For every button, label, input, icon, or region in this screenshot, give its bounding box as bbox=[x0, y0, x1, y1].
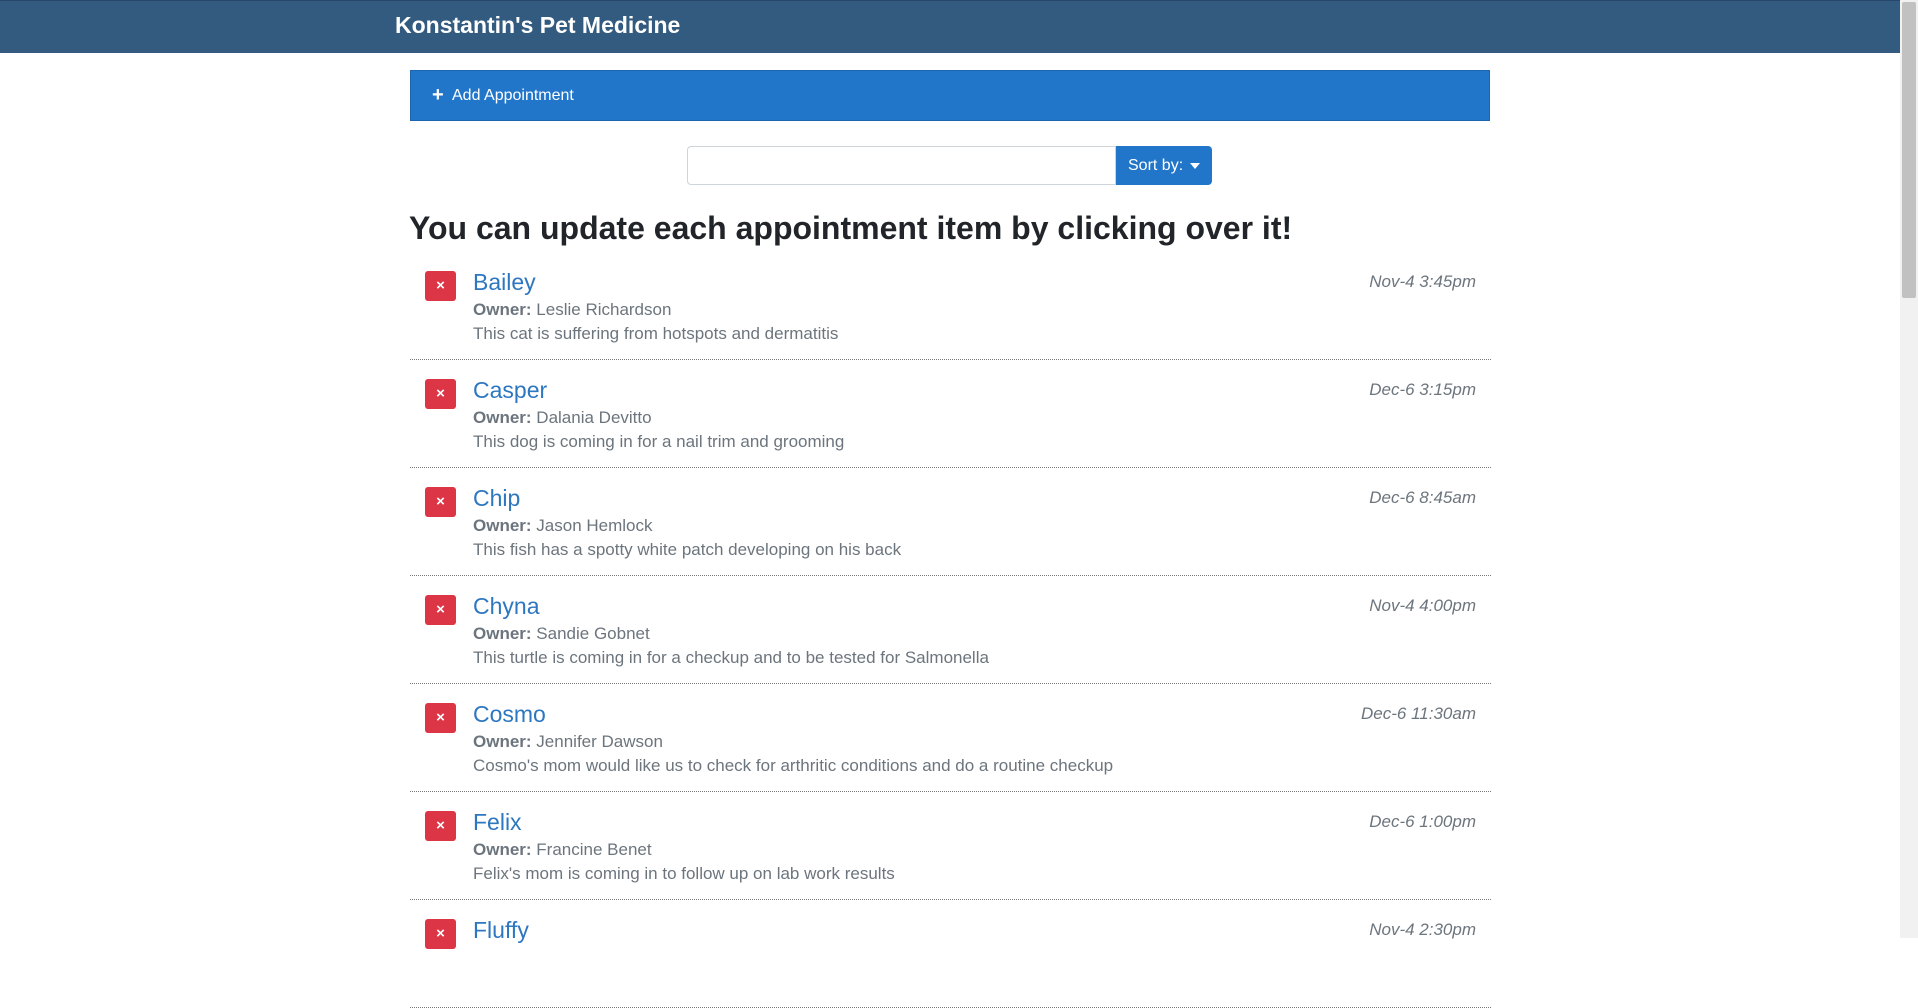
appointment-date: Nov-4 3:45pm bbox=[1369, 272, 1476, 291]
page-heading: You can update each appointment item by … bbox=[409, 210, 1293, 246]
appointment-item[interactable]: × Felix Owner: Francine Benet Felix's mo… bbox=[410, 792, 1491, 900]
appointment-notes[interactable]: This fish has a spotty white patch devel… bbox=[473, 539, 901, 561]
owner-line: Owner: Jennifer Dawson bbox=[473, 731, 663, 753]
appointment-date: Dec-6 1:00pm bbox=[1369, 812, 1476, 831]
add-appointment-button[interactable]: + Add Appointment bbox=[410, 70, 1490, 121]
owner-line: Owner: Sandie Gobnet bbox=[473, 623, 650, 645]
appointment-item[interactable]: × Casper Owner: Dalania Devitto This dog… bbox=[410, 360, 1491, 468]
delete-appointment-button[interactable]: × bbox=[425, 271, 456, 301]
delete-appointment-button[interactable]: × bbox=[425, 595, 456, 625]
owner-name[interactable]: Jennifer Dawson bbox=[536, 732, 663, 751]
scrollbar-thumb[interactable] bbox=[1902, 2, 1916, 298]
owner-label: Owner: bbox=[473, 732, 532, 751]
appointment-date: Dec-6 8:45am bbox=[1369, 488, 1476, 507]
page-scrollbar[interactable] bbox=[1900, 0, 1918, 938]
appointment-item[interactable]: × Bailey Owner: Leslie Richardson This c… bbox=[410, 252, 1491, 360]
sort-by-button[interactable]: Sort by: bbox=[1116, 146, 1212, 185]
top-navbar: Konstantin's Pet Medicine bbox=[0, 0, 1900, 53]
pet-name[interactable]: Chip bbox=[473, 484, 520, 512]
owner-name[interactable]: Francine Benet bbox=[536, 840, 651, 859]
owner-label: Owner: bbox=[473, 840, 532, 859]
owner-line: Owner: Dalania Devitto bbox=[473, 407, 652, 429]
appointment-item[interactable]: × Chyna Owner: Sandie Gobnet This turtle… bbox=[410, 576, 1491, 684]
appointment-date: Dec-6 3:15pm bbox=[1369, 380, 1476, 399]
sort-by-label: Sort by: bbox=[1128, 157, 1184, 174]
appointment-item[interactable]: × Cosmo Owner: Jennifer Dawson Cosmo's m… bbox=[410, 684, 1491, 792]
delete-appointment-button[interactable]: × bbox=[425, 703, 456, 733]
appointment-date: Nov-4 4:00pm bbox=[1369, 596, 1476, 615]
owner-label: Owner: bbox=[473, 516, 532, 535]
appointment-item[interactable]: × Fluffy Nov-4 2:30pm bbox=[410, 900, 1491, 1008]
appointment-list: × Bailey Owner: Leslie Richardson This c… bbox=[410, 252, 1491, 1008]
add-appointment-label: Add Appointment bbox=[452, 87, 574, 104]
pet-name[interactable]: Felix bbox=[473, 808, 522, 836]
appointment-notes[interactable]: Cosmo's mom would like us to check for a… bbox=[473, 755, 1113, 777]
pet-name[interactable]: Casper bbox=[473, 376, 547, 404]
owner-name[interactable]: Leslie Richardson bbox=[536, 300, 671, 319]
owner-line: Owner: Jason Hemlock bbox=[473, 515, 653, 537]
appointment-notes[interactable]: This dog is coming in for a nail trim an… bbox=[473, 431, 844, 453]
owner-name[interactable]: Sandie Gobnet bbox=[536, 624, 649, 643]
delete-appointment-button[interactable]: × bbox=[425, 487, 456, 517]
owner-label: Owner: bbox=[473, 300, 532, 319]
owner-label: Owner: bbox=[473, 408, 532, 427]
appointment-item[interactable]: × Chip Owner: Jason Hemlock This fish ha… bbox=[410, 468, 1491, 576]
close-icon: × bbox=[436, 709, 445, 726]
owner-name[interactable]: Dalania Devitto bbox=[536, 408, 651, 427]
close-icon: × bbox=[436, 385, 445, 402]
owner-name[interactable]: Jason Hemlock bbox=[536, 516, 652, 535]
delete-appointment-button[interactable]: × bbox=[425, 811, 456, 841]
appointment-notes[interactable]: Felix's mom is coming in to follow up on… bbox=[473, 863, 895, 885]
delete-appointment-button[interactable]: × bbox=[425, 379, 456, 409]
close-icon: × bbox=[436, 493, 445, 510]
pet-name[interactable]: Bailey bbox=[473, 268, 536, 296]
search-input[interactable] bbox=[687, 146, 1116, 185]
appointment-notes[interactable]: This turtle is coming in for a checkup a… bbox=[473, 647, 989, 669]
close-icon: × bbox=[436, 601, 445, 618]
pet-name[interactable]: Fluffy bbox=[473, 916, 529, 944]
brand-title[interactable]: Konstantin's Pet Medicine bbox=[395, 11, 680, 39]
delete-appointment-button[interactable]: × bbox=[425, 919, 456, 949]
plus-icon: + bbox=[432, 84, 444, 106]
appointment-notes[interactable]: This cat is suffering from hotspots and … bbox=[473, 323, 838, 345]
owner-line: Owner: Leslie Richardson bbox=[473, 299, 671, 321]
owner-label: Owner: bbox=[473, 624, 532, 643]
pet-name[interactable]: Cosmo bbox=[473, 700, 546, 728]
close-icon: × bbox=[436, 925, 445, 942]
close-icon: × bbox=[436, 817, 445, 834]
close-icon: × bbox=[436, 277, 445, 294]
pet-name[interactable]: Chyna bbox=[473, 592, 539, 620]
caret-down-icon bbox=[1190, 163, 1200, 169]
appointment-date: Dec-6 11:30am bbox=[1361, 704, 1476, 723]
owner-line: Owner: Francine Benet bbox=[473, 839, 652, 861]
